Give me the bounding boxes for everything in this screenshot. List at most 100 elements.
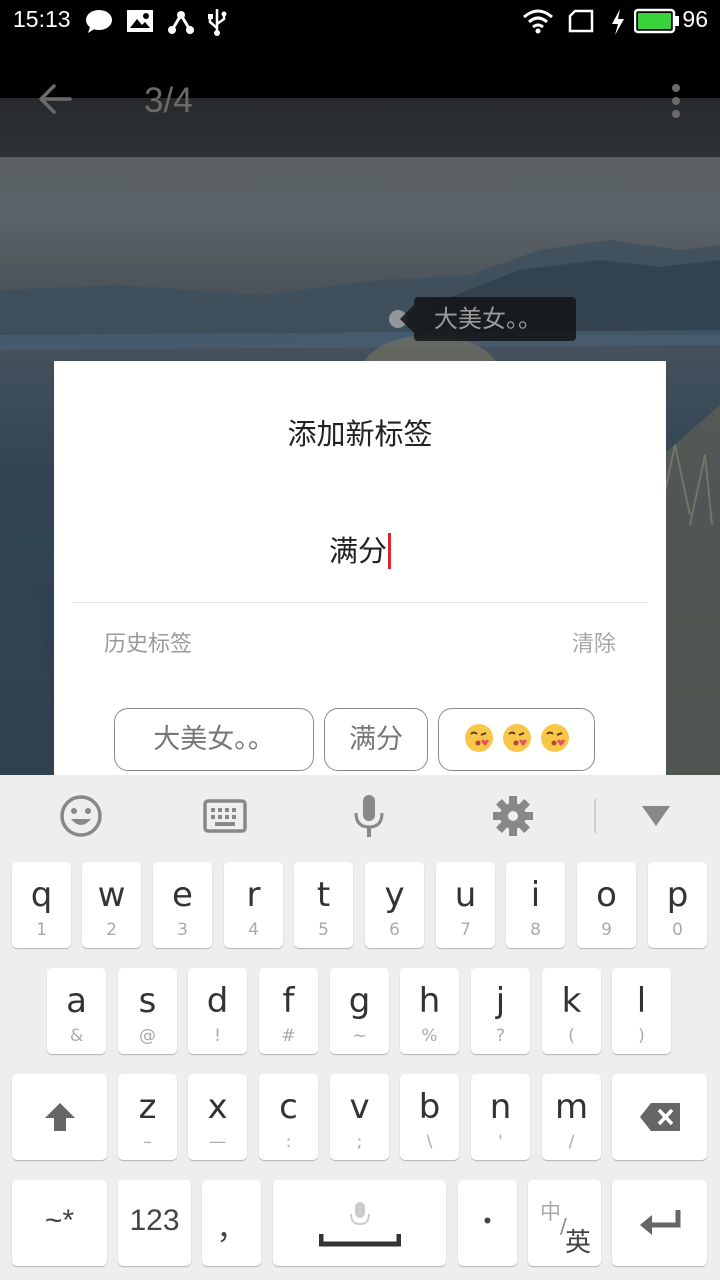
key-label: u	[454, 875, 477, 915]
enter-icon	[640, 1210, 681, 1235]
clear-history-button[interactable]: 清除	[572, 626, 616, 658]
key-k[interactable]: k(	[542, 968, 601, 1054]
battery-icon	[634, 8, 679, 34]
key-g[interactable]: g ~	[330, 968, 389, 1054]
key-sublabel: 6	[389, 920, 400, 940]
key-u[interactable]: u7	[436, 862, 495, 948]
shift-key[interactable]	[12, 1074, 107, 1160]
language-switch-key[interactable]: 中 / 英	[528, 1180, 601, 1266]
toolbar-divider	[594, 799, 596, 833]
add-tag-dialog: 添加新标签 满分 历史标签 清除 大美女。。 满分	[54, 361, 666, 775]
keyboard-toolbar	[0, 775, 720, 855]
key-sublabel: !	[214, 1026, 221, 1046]
key-label: w	[97, 875, 126, 915]
key-sublabel: %	[421, 1026, 438, 1046]
key-j[interactable]: j?	[471, 968, 530, 1054]
key-sublabel: 2	[106, 920, 117, 940]
key-label: ~*	[44, 1204, 75, 1237]
key-v[interactable]: v;	[330, 1074, 389, 1160]
photo-viewer-toolbar: 3/4	[0, 45, 720, 157]
key-b[interactable]: b \	[400, 1074, 459, 1160]
symbols-key[interactable]: ~*	[12, 1180, 107, 1266]
image-icon	[127, 10, 153, 32]
photo-tag[interactable]: 大美女。。	[400, 297, 576, 341]
key-label: m	[554, 1087, 589, 1127]
history-tag-chip[interactable]: 满分	[324, 708, 428, 771]
key-label: a	[66, 981, 87, 1021]
key-x[interactable]: x —	[188, 1074, 247, 1160]
key-sublabel: 7	[460, 920, 471, 940]
key-label: n	[489, 1087, 512, 1127]
key-i[interactable]: i8	[506, 862, 565, 948]
key-label: y	[384, 875, 405, 915]
collapse-keyboard-icon[interactable]	[633, 793, 679, 839]
key-m[interactable]: m /	[542, 1074, 601, 1160]
key-y[interactable]: y6	[365, 862, 424, 948]
key-label: f	[282, 981, 295, 1021]
wifi-icon	[523, 9, 553, 34]
key-a[interactable]: a &	[47, 968, 106, 1054]
more-vertical-icon[interactable]	[666, 81, 686, 121]
key-sublabel: /	[568, 1132, 575, 1152]
key-sublabel: 9	[601, 920, 612, 940]
settings-icon[interactable]	[490, 793, 536, 839]
key-label: o	[596, 875, 617, 915]
key-r[interactable]: r4	[224, 862, 283, 948]
key-sublabel: #	[281, 1026, 296, 1046]
key-o[interactable]: o9	[577, 862, 636, 948]
key-label: t	[316, 875, 331, 915]
key-sublabel: —	[209, 1132, 226, 1152]
key-label: e	[172, 875, 193, 915]
emoji-icon[interactable]	[58, 793, 104, 839]
key-h[interactable]: h%	[400, 968, 459, 1054]
period-key[interactable]: •	[458, 1180, 517, 1266]
shift-arrow-icon	[45, 1103, 75, 1131]
key-t[interactable]: t5	[294, 862, 353, 948]
key-d[interactable]: d!	[188, 968, 247, 1054]
key-label: b	[418, 1087, 441, 1127]
chat-icon	[86, 10, 112, 33]
keyboard-icon[interactable]	[202, 793, 248, 839]
key-l[interactable]: l)	[612, 968, 671, 1054]
lang-key-bottom: 英	[565, 1228, 592, 1258]
comma-key[interactable]: ，	[202, 1180, 261, 1266]
numbers-key[interactable]: 123	[118, 1180, 191, 1266]
key-sublabel: 3	[177, 920, 188, 940]
history-tag-chip-emoji[interactable]	[438, 708, 595, 771]
key-sublabel: 0	[672, 920, 683, 940]
kissing-face-icon	[502, 724, 531, 752]
key-label: i	[530, 875, 541, 915]
tag-input-value: 满分	[328, 534, 387, 568]
charging-icon	[612, 9, 624, 35]
key-label: k	[561, 981, 582, 1021]
space-key[interactable]	[273, 1180, 446, 1266]
key-label: h	[418, 981, 441, 1021]
key-sublabel: ?	[495, 1026, 506, 1046]
key-sublabel: 1	[36, 920, 47, 940]
back-arrow-icon[interactable]	[36, 79, 76, 119]
text-caret	[388, 533, 391, 569]
key-q[interactable]: q1	[12, 862, 71, 948]
key-sublabel: 5	[318, 920, 329, 940]
key-n[interactable]: n '	[471, 1074, 530, 1160]
key-sublabel: (	[568, 1026, 575, 1046]
key-p[interactable]: p0	[648, 862, 707, 948]
history-tag-chip[interactable]: 大美女。。	[114, 708, 314, 771]
battery-level: 96	[682, 6, 708, 32]
key-label: z	[138, 1087, 157, 1127]
key-sublabel: :	[285, 1132, 292, 1152]
key-s[interactable]: s @	[118, 968, 177, 1054]
key-label: d	[206, 981, 229, 1021]
key-w[interactable]: w2	[82, 862, 141, 948]
enter-key[interactable]	[612, 1180, 707, 1266]
key-c[interactable]: c:	[259, 1074, 318, 1160]
key-z[interactable]: z –	[118, 1074, 177, 1160]
microphone-icon[interactable]	[346, 793, 392, 839]
tag-input[interactable]: 满分	[72, 521, 648, 603]
key-f[interactable]: f #	[259, 968, 318, 1054]
key-e[interactable]: e3	[153, 862, 212, 948]
key-sublabel: –	[143, 1132, 152, 1152]
backspace-key[interactable]	[612, 1074, 707, 1160]
key-sublabel: 4	[248, 920, 259, 940]
key-label: 123	[129, 1204, 180, 1237]
